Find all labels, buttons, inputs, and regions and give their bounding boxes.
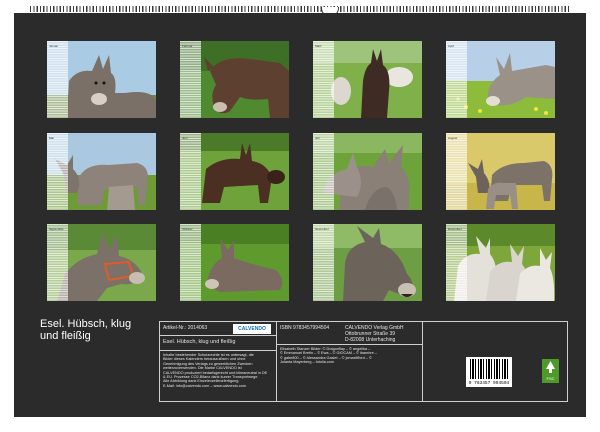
month-thumbnail-march: März bbox=[313, 41, 422, 118]
calendar-grid bbox=[313, 41, 334, 118]
article-number: Artikel-Nr.: 2014063 bbox=[163, 325, 208, 331]
credits-line-4: Jolanta Mayerberg – fotolia.com bbox=[280, 360, 335, 365]
barcode-bars bbox=[470, 359, 508, 379]
month-label: Juli bbox=[315, 136, 320, 140]
tree-icon bbox=[546, 361, 555, 373]
month-label: Mai bbox=[49, 136, 54, 140]
month-thumbnail-november: November bbox=[313, 224, 422, 301]
month-thumbnail-july: Juli bbox=[313, 133, 422, 210]
barcode-number: 9 783457 994504 bbox=[468, 381, 510, 386]
calendar-grid bbox=[446, 224, 467, 301]
month-label: Oktober bbox=[182, 227, 193, 231]
month-label: März bbox=[315, 44, 322, 48]
fsc-label: FSC bbox=[546, 376, 555, 381]
month-thumbnail-october: Oktober bbox=[180, 224, 289, 301]
divider bbox=[277, 344, 422, 345]
month-thumbnail-august: August bbox=[446, 133, 555, 210]
product-info-panel: Artikel-Nr.: 2014063 CALVENDO Esel. Hübs… bbox=[159, 321, 568, 402]
product-title: Esel. Hübsch, klug und fleißig bbox=[163, 339, 236, 345]
divider bbox=[160, 350, 276, 351]
month-label: Januar bbox=[49, 44, 59, 48]
month-label: November bbox=[315, 227, 329, 231]
calendar-grid bbox=[446, 41, 467, 118]
wire-binding bbox=[30, 6, 570, 17]
month-thumbnail-january: Januar bbox=[47, 41, 156, 118]
info-column-right: 9 783457 994504 FSC bbox=[423, 322, 567, 401]
isbn: ISBN 9783457994504 bbox=[280, 325, 330, 331]
fsc-logo: FSC bbox=[542, 359, 559, 383]
month-thumbnail-february: Februar bbox=[180, 41, 289, 118]
divider bbox=[160, 335, 276, 336]
info-column-left: Artikel-Nr.: 2014063 CALVENDO Esel. Hübs… bbox=[160, 322, 277, 401]
month-thumbnail-april: April bbox=[446, 41, 555, 118]
month-label: Februar bbox=[182, 44, 193, 48]
calvendo-logo: CALVENDO bbox=[233, 324, 271, 334]
month-label: August bbox=[448, 136, 458, 140]
month-thumbnail-september: September bbox=[47, 224, 156, 301]
calendar-title: Esel. Hübsch, klug und fleißig bbox=[40, 318, 131, 342]
calendar-grid bbox=[47, 224, 68, 301]
calendar-grid bbox=[180, 224, 201, 301]
calendar-grid bbox=[180, 133, 201, 210]
calendar-grid bbox=[313, 224, 334, 301]
calendar-grid bbox=[446, 133, 467, 210]
title-line-2: und fleißig bbox=[40, 330, 91, 342]
month-label: Dezember bbox=[448, 227, 462, 231]
calendar-grid bbox=[313, 133, 334, 210]
info-column-middle: ISBN 9783457994504 CALVENDO Verlag GmbH … bbox=[277, 322, 423, 401]
title-line-1: Esel. Hübsch, klug bbox=[40, 318, 132, 330]
month-label: Juni bbox=[182, 136, 188, 140]
month-label: September bbox=[49, 227, 64, 231]
legal-line-8: E-Mail: info@calvendo.com – www.calvendo… bbox=[163, 383, 246, 388]
calendar-grid bbox=[180, 41, 201, 118]
calendar-grid bbox=[47, 133, 68, 210]
binding-loops bbox=[30, 6, 570, 12]
month-thumbnail-june: Juni bbox=[180, 133, 289, 210]
month-thumbnail-may: Mai bbox=[47, 133, 156, 210]
month-label: April bbox=[448, 44, 455, 48]
publisher-line-3: D-82008 Unterhaching bbox=[345, 337, 396, 343]
calendar-grid bbox=[47, 41, 68, 118]
month-thumbnail-december: Dezember bbox=[446, 224, 555, 301]
barcode: 9 783457 994504 bbox=[466, 357, 512, 387]
